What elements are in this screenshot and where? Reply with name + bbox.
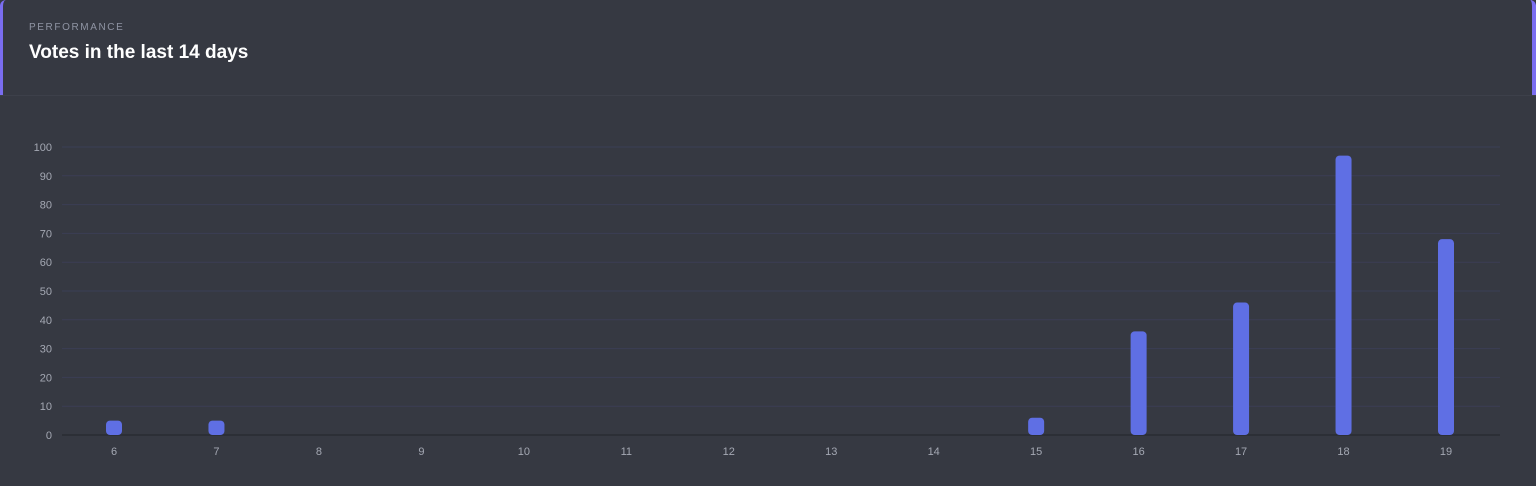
x-tick-label: 8 bbox=[316, 446, 322, 458]
bars bbox=[106, 155, 1454, 435]
y-tick-label: 20 bbox=[40, 372, 52, 384]
x-tick-label: 9 bbox=[418, 446, 424, 458]
y-tick-label: 40 bbox=[40, 315, 52, 327]
chart-title: Votes in the last 14 days bbox=[29, 42, 249, 63]
x-tick-label: 11 bbox=[621, 446, 632, 458]
y-tick-label: 100 bbox=[34, 142, 52, 154]
x-tick-label: 19 bbox=[1440, 446, 1452, 458]
x-tick-label: 15 bbox=[1030, 446, 1042, 458]
x-tick-label: 18 bbox=[1337, 446, 1349, 458]
bar-day-16[interactable] bbox=[1130, 331, 1147, 435]
y-tick-label: 80 bbox=[40, 200, 52, 212]
x-tick-label: 12 bbox=[723, 446, 735, 458]
y-tick-label: 50 bbox=[40, 286, 52, 298]
x-tick-label: 6 bbox=[111, 446, 117, 458]
card-header: PERFORMANCE Votes in the last 14 days bbox=[0, 0, 1536, 96]
bar-day-19[interactable] bbox=[1438, 239, 1454, 435]
y-tick-label: 10 bbox=[40, 401, 52, 413]
y-axis-ticks: 0 10 20 30 40 50 60 70 80 90 100 bbox=[34, 142, 52, 442]
bar-day-17[interactable] bbox=[1233, 302, 1250, 435]
x-tick-label: 13 bbox=[825, 446, 837, 458]
x-tick-label: 14 bbox=[928, 446, 940, 458]
y-tick-label: 90 bbox=[40, 171, 52, 183]
x-axis-ticks: 6 7 8 9 10 11 12 13 14 15 16 17 18 19 bbox=[111, 446, 1452, 458]
section-eyebrow: PERFORMANCE bbox=[29, 22, 125, 33]
x-tick-label: 7 bbox=[213, 446, 219, 458]
bar-day-6[interactable] bbox=[106, 420, 122, 435]
y-tick-label: 0 bbox=[46, 430, 52, 442]
x-tick-label: 16 bbox=[1132, 446, 1144, 458]
y-tick-label: 60 bbox=[40, 257, 52, 269]
bar-day-15[interactable] bbox=[1028, 417, 1045, 435]
y-tick-label: 30 bbox=[40, 344, 52, 356]
votes-bar-chart: 0 10 20 30 40 50 60 70 80 90 100 6 7 8 9 10 11 12 13 14 15 1… bbox=[34, 142, 1500, 458]
grid-lines bbox=[62, 146, 1500, 436]
x-tick-label: 10 bbox=[518, 446, 530, 458]
votes-card: PERFORMANCE Votes in the last 14 days 0 1… bbox=[0, 0, 1536, 486]
y-tick-label: 70 bbox=[40, 228, 52, 240]
x-tick-label: 17 bbox=[1235, 446, 1247, 458]
bar-day-7[interactable] bbox=[208, 420, 225, 435]
bar-day-18[interactable] bbox=[1335, 155, 1352, 435]
